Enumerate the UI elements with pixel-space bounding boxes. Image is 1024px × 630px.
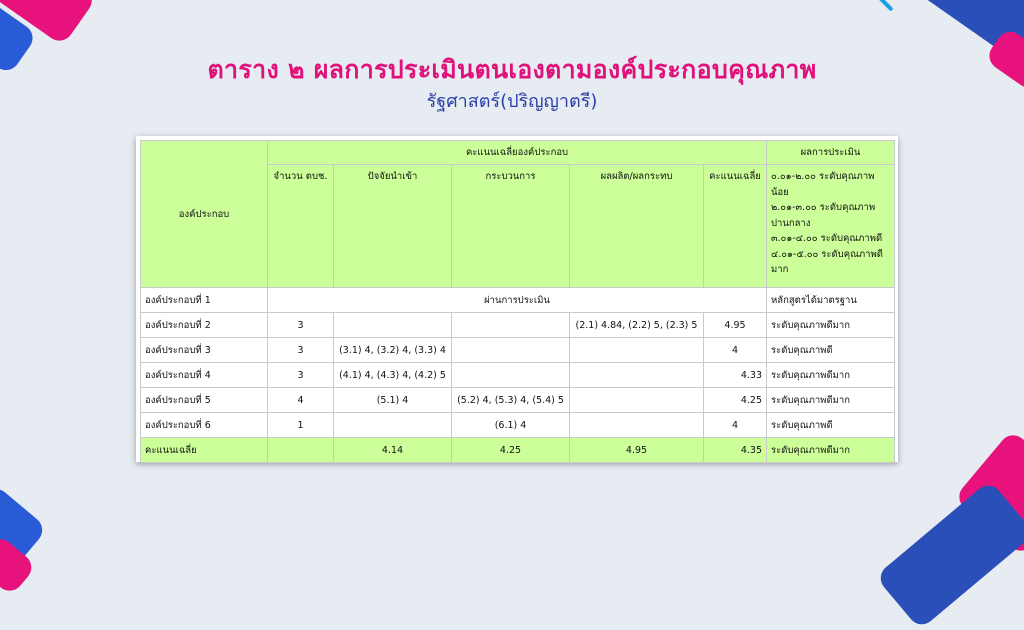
row-count: 3 <box>267 362 334 388</box>
total-avg: 4.35 <box>702 437 768 463</box>
row-component-name: องค์ประกอบที่ 5 <box>140 387 268 413</box>
row-component-name: องค์ประกอบที่ 2 <box>140 312 268 338</box>
total-output: 4.95 <box>569 437 704 463</box>
row-process <box>451 312 570 338</box>
row-result: ระดับคุณภาพดี <box>766 412 896 438</box>
total-count <box>267 437 334 463</box>
row-component-name: องค์ประกอบที่ 6 <box>140 412 268 438</box>
row-input <box>333 412 452 438</box>
row-process: (6.1) 4 <box>451 412 570 438</box>
total-result: ระดับคุณภาพดีมาก <box>766 437 896 463</box>
row-output <box>569 412 704 438</box>
row-output <box>569 387 704 413</box>
row-result: ระดับคุณภาพดี <box>766 337 896 363</box>
avg-group-header: คะแนนเฉลี่ยองค์ประกอบ <box>266 140 768 165</box>
row-input: (3.1) 4, (3.2) 4, (3.3) 4 <box>333 337 452 363</box>
row-avg: 4.33 <box>702 362 768 388</box>
row-count: 3 <box>267 337 334 363</box>
row-input: (4.1) 4, (4.3) 4, (4.2) 5 <box>333 362 452 388</box>
col-avg-header: คะแนนเฉลี่ย <box>702 164 768 288</box>
row-count: 3 <box>267 312 334 338</box>
row-merged-status: ผ่านการประเมิน <box>266 287 768 313</box>
decor-line-top-right <box>862 0 894 12</box>
row-process: (5.2) 4, (5.3) 4, (5.4) 5 <box>451 387 570 413</box>
row-avg: 4 <box>702 337 768 363</box>
legend-item: ๒.๐๑-๓.๐๐ ระดับคุณภาพปานกลาง <box>771 202 876 229</box>
row-output <box>569 337 704 363</box>
row-result: ระดับคุณภาพดีมาก <box>766 387 896 413</box>
col-process-header: กระบวนการ <box>451 164 570 288</box>
row-component-name: องค์ประกอบที่ 1 <box>140 287 268 313</box>
score-legend: ๐.๐๑-๒.๐๐ ระดับคุณภาพน้อย ๒.๐๑-๓.๐๐ ระดั… <box>766 164 896 288</box>
row-count: 1 <box>267 412 334 438</box>
row-avg: 4 <box>702 412 768 438</box>
table-row: องค์ประกอบที่ 2 3 (2.1) 4.84, (2.2) 5, (… <box>140 312 896 338</box>
component-header: องค์ประกอบ <box>140 140 268 288</box>
legend-item: ๐.๐๑-๒.๐๐ ระดับคุณภาพน้อย <box>771 171 875 198</box>
result-header: ผลการประเมิน <box>766 140 896 165</box>
total-input: 4.14 <box>333 437 452 463</box>
page-subtitle: รัฐศาสตร์(ปริญญาตรี) <box>426 91 598 112</box>
row-output <box>569 362 704 388</box>
row-input: (5.1) 4 <box>333 387 452 413</box>
table-row: องค์ประกอบที่ 6 1 (6.1) 4 4 ระดับคุณภาพด… <box>140 412 896 438</box>
total-label: คะแนนเฉลี่ย <box>140 437 268 463</box>
table-row: องค์ประกอบที่ 3 3 (3.1) 4, (3.2) 4, (3.3… <box>140 337 896 363</box>
row-output: (2.1) 4.84, (2.2) 5, (2.3) 5 <box>569 312 704 338</box>
page-title: ตาราง ๒ ผลการประเมินตนเองตามองค์ประกอบคุ… <box>207 55 817 84</box>
legend-item: ๓.๐๑-๔.๐๐ ระดับคุณภาพดี <box>771 233 883 244</box>
col-input-header: ปัจจัยนำเข้า <box>333 164 452 288</box>
col-output-header: ผลผลิต/ผลกระทบ <box>569 164 704 288</box>
table-row: องค์ประกอบที่ 4 3 (4.1) 4, (4.3) 4, (4.2… <box>140 362 896 388</box>
decor-blue-bottom-right <box>875 479 1024 630</box>
row-result: ระดับคุณภาพดีมาก <box>766 312 896 338</box>
row-avg: 4.25 <box>702 387 768 413</box>
row-count: 4 <box>267 387 334 413</box>
total-process: 4.25 <box>451 437 570 463</box>
row-result: หลักสูตรได้มาตรฐาน <box>766 287 896 313</box>
table-row: องค์ประกอบที่ 5 4 (5.1) 4 (5.2) 4, (5.3)… <box>140 387 896 413</box>
row-input <box>333 312 452 338</box>
row-process <box>451 337 570 363</box>
row-avg: 4.95 <box>702 312 768 338</box>
table-row: องค์ประกอบที่ 1 ผ่านการประเมิน หลักสูตรไ… <box>140 287 896 313</box>
assessment-table: องค์ประกอบ คะแนนเฉลี่ยองค์ประกอบ ผลการปร… <box>140 140 896 463</box>
assessment-table-card: องค์ประกอบ คะแนนเฉลี่ยองค์ประกอบ ผลการปร… <box>136 136 898 463</box>
header-row-main: องค์ประกอบ คะแนนเฉลี่ยองค์ประกอบ ผลการปร… <box>140 140 896 288</box>
total-row: คะแนนเฉลี่ย 4.14 4.25 4.95 4.35 ระดับคุณ… <box>140 437 896 463</box>
col-count-header: จำนวน ตบช. <box>267 164 334 288</box>
row-component-name: องค์ประกอบที่ 3 <box>140 337 268 363</box>
legend-item: ๔.๐๑-๕.๐๐ ระดับคุณภาพดีมาก <box>771 248 883 276</box>
row-process <box>451 362 570 388</box>
row-component-name: องค์ประกอบที่ 4 <box>140 362 268 388</box>
row-result: ระดับคุณภาพดีมาก <box>766 362 896 388</box>
